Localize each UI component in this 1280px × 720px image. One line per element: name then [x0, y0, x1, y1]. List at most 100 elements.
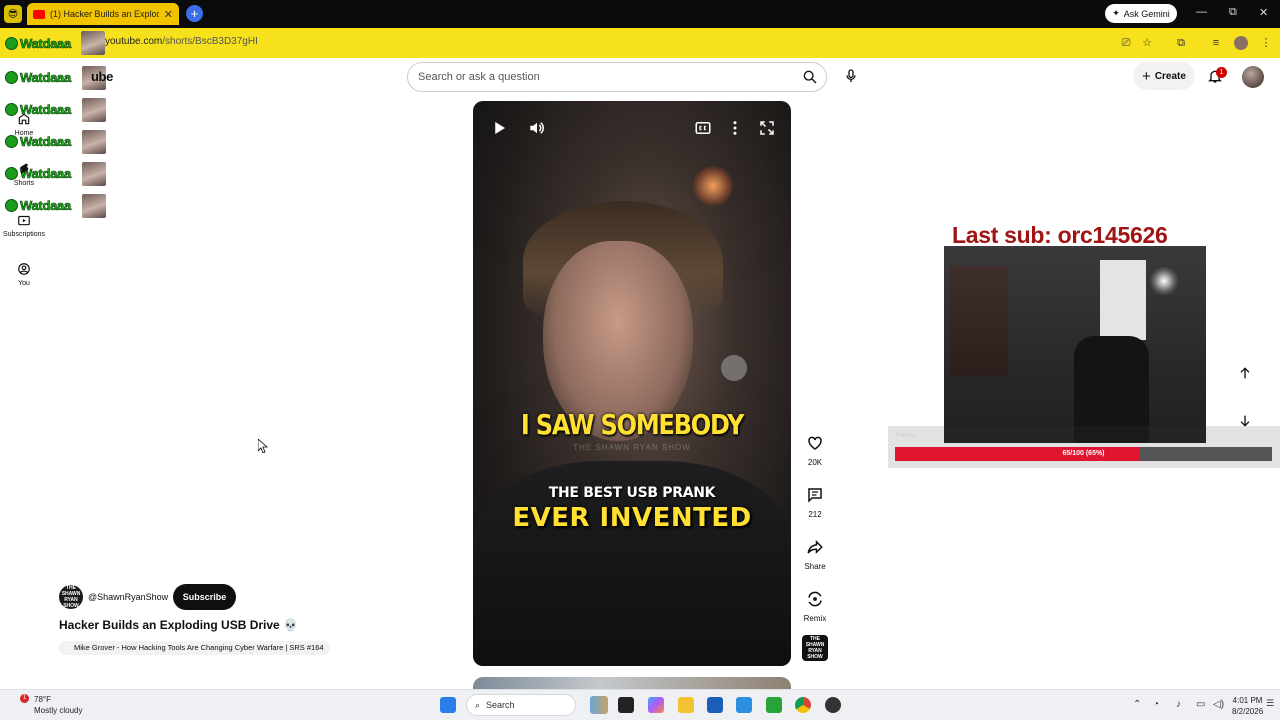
watdaaa-logo-icon — [5, 71, 18, 84]
video-title: Hacker Builds an Exploding USB Drive 💀 — [59, 618, 298, 632]
play-icon[interactable] — [490, 119, 508, 137]
cast-icon[interactable]: ⎚ — [1119, 36, 1133, 50]
watdaaa-overlay-logo: Watdaaa — [5, 198, 71, 213]
voice-search-mic-icon[interactable] — [843, 68, 859, 84]
browser-tab-active[interactable]: (1) Hacker Builds an Exploding ✕ — [27, 3, 179, 25]
create-button[interactable]: + Create — [1133, 62, 1195, 90]
next-short-preview[interactable] — [473, 677, 791, 689]
video-caption-sub: THE BEST USB PRANK — [548, 485, 716, 501]
share-button[interactable]: Share — [798, 538, 832, 571]
remix-button[interactable]: Remix — [798, 590, 832, 623]
tab-title: (1) Hacker Builds an Exploding — [50, 9, 159, 19]
watdaaa-logo-icon — [5, 199, 18, 212]
more-options-icon[interactable] — [726, 119, 744, 137]
watdaaa-overlay-logo: Watdaaa — [5, 70, 71, 85]
volume-icon[interactable]: ◁) — [1213, 699, 1224, 710]
file-explorer-icon[interactable] — [678, 697, 694, 713]
bookmark-star-icon[interactable]: ☆ — [1140, 36, 1154, 50]
fullscreen-icon[interactable] — [758, 119, 776, 137]
sidebar-item-label: Shorts — [13, 180, 35, 187]
url-path: /shorts/BscB3D37gHI — [162, 36, 258, 47]
profile-icon[interactable]: 😎 — [4, 5, 22, 23]
next-short-button[interactable] — [1233, 409, 1257, 433]
search-bar — [407, 62, 827, 92]
heart-icon — [808, 436, 822, 450]
channel-handle[interactable]: @ShawnRyanShow — [88, 592, 168, 602]
weather-condition: Mostly cloudy — [34, 706, 83, 715]
close-window-button[interactable]: ✕ — [1259, 6, 1268, 19]
browser-tab-bar: 😎 (1) Hacker Builds an Exploding ✕ + ✦ A… — [0, 0, 1280, 28]
search-input[interactable] — [418, 69, 788, 85]
sidebar-item-you[interactable]: You — [0, 262, 48, 287]
sidebar-item-label: You — [18, 280, 30, 287]
subscriptions-icon — [18, 215, 30, 226]
channel-avatar[interactable]: THE SHAWN RYAN SHOW — [59, 585, 83, 609]
tray-overflow-chevron-icon[interactable]: ⌃ — [1133, 699, 1141, 710]
system-clock[interactable]: 4:01 PM 8/2/2026 — [1232, 695, 1263, 717]
microphone-icon[interactable]: ♪ — [1176, 699, 1181, 710]
search-icon: ⌕ — [475, 699, 481, 710]
display-icon[interactable]: ▭ — [1196, 699, 1205, 710]
sidebar-item-shorts[interactable]: Shorts — [0, 162, 48, 187]
media-controls-icon[interactable]: ≡ — [1209, 36, 1223, 50]
watdaaa-logo-text: Watdaaa — [20, 198, 72, 214]
previous-short-button[interactable] — [1233, 361, 1257, 385]
windows-taskbar: 1 78°F Mostly cloudy ⌕ Search ⌃ ◔ ♪ ▭ ◁)… — [0, 689, 1280, 720]
youtube-logo[interactable]: ube — [91, 69, 113, 84]
chrome-icon[interactable] — [795, 697, 811, 713]
shorts-video-player[interactable]: I SAW SOMEBODY THE SHAWN RYAN SHOW THE B… — [473, 101, 791, 666]
create-label: Create — [1154, 70, 1186, 82]
windows-start-icon[interactable] — [440, 697, 456, 713]
ask-gemini-button[interactable]: ✦ Ask Gemini — [1105, 4, 1177, 23]
xbox-icon[interactable] — [766, 697, 782, 713]
notification-center-icon[interactable]: ☰ — [1266, 698, 1274, 709]
taskbar-search[interactable]: ⌕ Search — [466, 694, 576, 716]
account-avatar[interactable] — [1242, 66, 1264, 88]
extensions-icon[interactable]: ⧉ — [1174, 36, 1188, 50]
sidebar-item-label: Subscriptions — [2, 231, 46, 238]
url-field[interactable]: youtube.com/shorts/BscB3D37gHI — [105, 36, 258, 47]
overlay-face-thumbnail — [81, 31, 105, 55]
overlay-face-thumbnail — [82, 130, 106, 154]
remix-icon — [808, 591, 822, 607]
taskbar-search-label: Search — [486, 700, 515, 710]
sidebar-item-label: Home — [14, 130, 34, 137]
comment-count: 212 — [808, 510, 822, 519]
volume-icon[interactable] — [528, 119, 546, 137]
search-icon[interactable] — [802, 69, 818, 85]
sidebar-item-home[interactable]: Home — [0, 112, 48, 137]
like-count: 20K — [807, 458, 823, 467]
new-tab-button[interactable]: + — [186, 5, 203, 22]
audio-source-channel-thumbnail[interactable]: THE SHAWN RYAN SHOW — [802, 635, 828, 661]
network-icon[interactable]: ◔ — [1153, 699, 1159, 710]
notification-badge: 1 — [1216, 67, 1227, 78]
maximize-button[interactable]: ⧉ — [1229, 6, 1237, 19]
subscribe-button[interactable]: Subscribe — [173, 584, 236, 610]
outlook-icon[interactable] — [736, 697, 752, 713]
webcam-lamp — [1149, 266, 1179, 296]
share-label: Share — [804, 562, 826, 571]
profile-avatar-icon[interactable] — [1234, 36, 1248, 50]
comments-button[interactable]: 212 — [798, 486, 832, 519]
share-arrow-icon — [807, 539, 823, 555]
menu-kebab-icon[interactable]: ⋮ — [1259, 36, 1273, 50]
last-subscriber-overlay: Last sub: orc145626 — [952, 222, 1168, 248]
watdaaa-logo-text: Watdaaa — [20, 36, 72, 52]
watdaaa-overlay-logo: Watdaaa — [5, 36, 71, 51]
video-watermark: THE SHAWN RYAN SHOW — [573, 443, 691, 452]
like-button[interactable]: 20K — [798, 434, 832, 467]
follow-goal-label: Follows — [896, 433, 917, 439]
weather-widget[interactable]: 1 78°F Mostly cloudy — [18, 694, 82, 716]
related-video-link[interactable]: Mike Grover - How Hacking Tools Are Chan… — [59, 641, 330, 655]
ask-gemini-label: Ask Gemini — [1123, 8, 1170, 19]
closed-captions-icon[interactable] — [694, 119, 712, 137]
tab-close-icon[interactable]: ✕ — [164, 8, 173, 21]
follow-goal-progress-text: 65/100 (65%) — [1062, 450, 1105, 457]
watdaaa-logo-icon — [5, 37, 18, 50]
sidebar-item-subscriptions[interactable]: Subscriptions — [0, 213, 48, 238]
minimize-button[interactable]: — — [1196, 6, 1207, 18]
obs-icon[interactable] — [825, 697, 841, 713]
copilot-icon[interactable] — [648, 697, 664, 713]
microsoft-store-icon[interactable] — [707, 697, 723, 713]
task-view-icon[interactable] — [618, 697, 634, 713]
